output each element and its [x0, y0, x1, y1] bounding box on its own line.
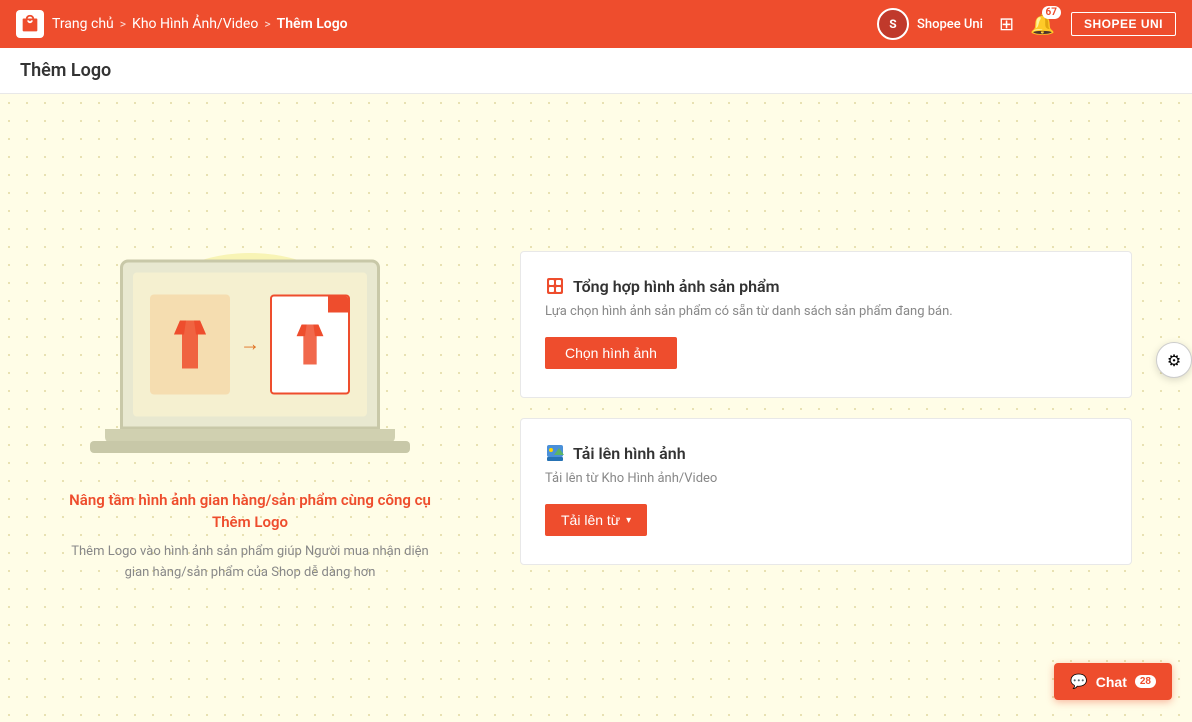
breadcrumb-sep1: > [120, 17, 126, 31]
dress-left-icon [166, 316, 214, 372]
breadcrumb-section[interactable]: Kho Hình Ảnh/Video [132, 16, 258, 32]
shopee-logo [16, 10, 44, 38]
upload-image-icon [545, 443, 565, 463]
main-content: → Nâng tầm hình ảnh gian hàng/sản phẩm c… [0, 94, 1192, 722]
upload-button-label: Tải lên từ [561, 512, 620, 528]
notification-badge: 67 [1042, 6, 1061, 19]
laptop-foot [90, 441, 410, 453]
notification-button[interactable]: 🔔 67 [1030, 12, 1055, 36]
nav-right: S Shopee Uni ⊞ 🔔 67 SHOPEE UNI [877, 8, 1176, 40]
gear-icon: ⚙ [1167, 351, 1181, 370]
upload-button[interactable]: Tải lên từ ▾ [545, 504, 647, 536]
chat-icon: 💬 [1070, 673, 1087, 690]
grid-icon[interactable]: ⊞ [999, 14, 1014, 35]
card-upload-image: Tải lên hình ảnh Tải lên từ Kho Hình ảnh… [520, 418, 1132, 565]
card1-title: Tổng hợp hình ảnh sản phẩm [573, 277, 780, 296]
page-title: Thêm Logo [20, 60, 1172, 81]
laptop-body: → [120, 259, 380, 429]
card2-desc: Tải lên từ Kho Hình ảnh/Video [545, 471, 1107, 486]
top-navigation: Trang chủ > Kho Hình Ảnh/Video > Thêm Lo… [0, 0, 1192, 48]
chat-badge: 28 [1135, 675, 1156, 688]
left-panel: → Nâng tầm hình ảnh gian hàng/sản phẩm c… [60, 233, 440, 584]
shopee-uni-label: Shopee Uni [917, 17, 983, 32]
card-product-images: Tổng hợp hình ảnh sản phẩm Lựa chọn hình… [520, 251, 1132, 398]
support-button[interactable]: ⚙ [1156, 342, 1192, 378]
card1-desc: Lựa chọn hình ảnh sản phẩm có sẵn từ dan… [545, 304, 1107, 319]
breadcrumb: Trang chủ > Kho Hình Ảnh/Video > Thêm Lo… [52, 16, 348, 32]
illustration: → [90, 233, 410, 473]
choose-image-button[interactable]: Chọn hình ảnh [545, 337, 677, 369]
illustration-subtitle: Thêm Logo vào hình ảnh sản phẩm giúp Ngư… [60, 542, 440, 584]
right-panel: Tổng hợp hình ảnh sản phẩm Lựa chọn hình… [520, 251, 1132, 565]
nav-left: Trang chủ > Kho Hình Ảnh/Video > Thêm Lo… [16, 10, 348, 38]
card2-title: Tải lên hình ảnh [573, 444, 686, 463]
card1-header: Tổng hợp hình ảnh sản phẩm [545, 276, 1107, 296]
breadcrumb-current: Thêm Logo [277, 16, 348, 32]
laptop-screen: → [133, 272, 367, 416]
shopee-uni-section: S Shopee Uni [877, 8, 983, 40]
dress-right-icon [290, 320, 330, 368]
corner-badge [328, 296, 348, 312]
chevron-down-icon: ▾ [626, 515, 631, 526]
arrow-icon: → [240, 332, 260, 357]
illustration-title: Nâng tầm hình ảnh gian hàng/sản phẩm cùn… [60, 489, 440, 534]
product-image-icon [545, 276, 565, 296]
sub-header: Thêm Logo [0, 48, 1192, 94]
card2-header: Tải lên hình ảnh [545, 443, 1107, 463]
breadcrumb-sep2: > [264, 17, 270, 31]
screen-left-box [150, 294, 230, 394]
screen-right-box [270, 294, 350, 394]
chat-button[interactable]: 💬 Chat 28 [1054, 663, 1172, 700]
chat-label: Chat [1096, 674, 1127, 690]
breadcrumb-home[interactable]: Trang chủ [52, 16, 114, 32]
shopee-uni-button[interactable]: SHOPEE UNI [1071, 12, 1176, 36]
shopee-uni-avatar: S [877, 8, 909, 40]
